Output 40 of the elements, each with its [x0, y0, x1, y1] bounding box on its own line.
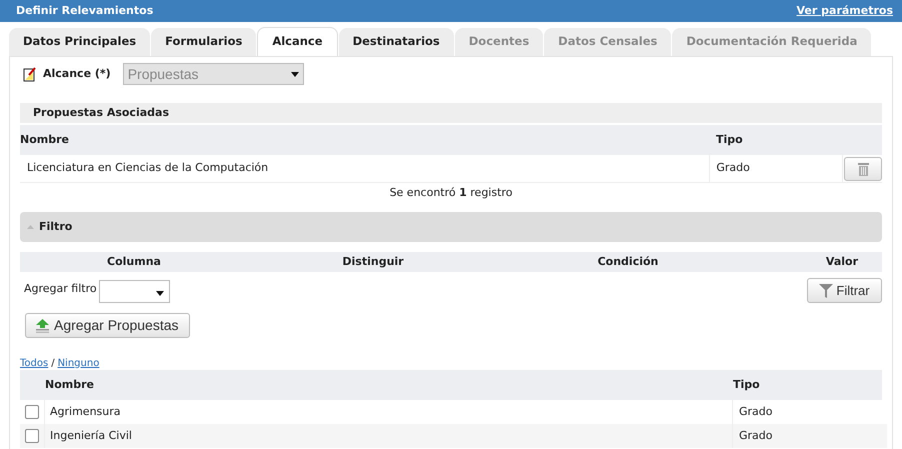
table-cell: Licenciatura en Ciencias de la Computación: [20, 155, 710, 182]
delete-button[interactable]: [844, 156, 882, 180]
table-cell: Ingeniería Civil: [45, 424, 733, 448]
column-header: Columna: [106, 254, 162, 270]
window-title: Definir Relevamientos: [16, 2, 154, 19]
alcance-label: Alcance (*): [43, 66, 111, 82]
caret-icon: [156, 291, 164, 296]
separator-text: /: [51, 356, 55, 370]
triangle-icon: [27, 225, 34, 229]
parameters-link[interactable]: Ver parámetros: [796, 2, 893, 20]
funnel-icon: [819, 284, 834, 298]
tab[interactable]: Destinatarios: [338, 28, 454, 56]
column-header: Distinguir: [341, 254, 405, 270]
column-header: Nombre: [20, 132, 70, 148]
select-all-link[interactable]: Todos: [20, 356, 48, 370]
column-header: Nombre: [44, 376, 95, 393]
table-cell: Grado: [710, 155, 844, 182]
filter-section-header[interactable]: Filtro: [20, 212, 882, 242]
row-checkbox[interactable]: [25, 429, 39, 443]
add-filter-dropdown[interactable]: [98, 280, 170, 303]
select-none-link[interactable]: Ninguno: [58, 356, 100, 370]
tab[interactable]: Formularios: [151, 28, 256, 56]
column-header: Valor: [824, 254, 859, 270]
column-header: Tipo: [716, 132, 743, 148]
caret-icon: [290, 72, 299, 76]
note-pencil-icon: [23, 66, 37, 82]
row-checkbox[interactable]: [25, 405, 39, 419]
table-cell-text: Grado: [738, 404, 772, 420]
add-proposals-button[interactable]: Agregar Propuestas: [25, 313, 190, 338]
tab[interactable]: Alcance: [257, 27, 338, 56]
trash-icon: [858, 162, 869, 176]
tab[interactable]: Datos Principales: [9, 28, 150, 56]
table-cell-text: Grado: [738, 428, 772, 444]
record-count: Se encontró 1 registro: [390, 184, 512, 201]
add-filter-label: Agregar filtro: [24, 281, 97, 297]
filter-button[interactable]: Filtrar: [807, 278, 882, 303]
column-header: Tipo: [733, 376, 760, 393]
upload-arrow-icon: [36, 318, 49, 332]
column-header: Condición: [596, 254, 660, 270]
section-header: Propuestas Asociadas: [20, 103, 882, 123]
